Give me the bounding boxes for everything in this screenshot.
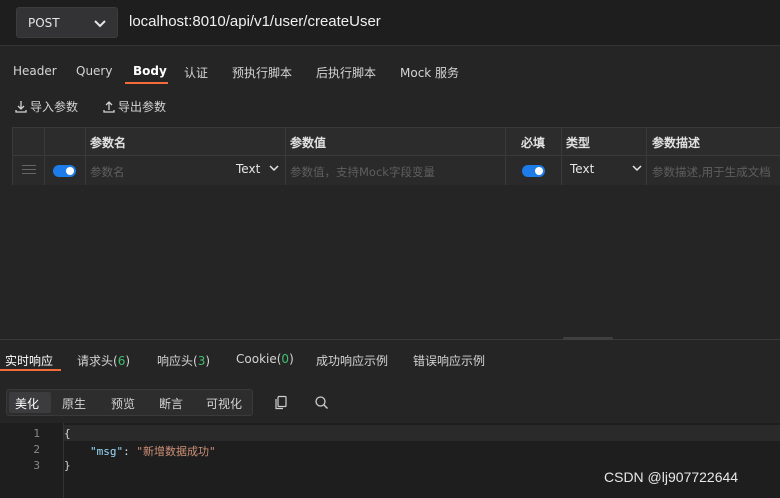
tab-error-example[interactable]: 错误响应示例	[413, 352, 485, 369]
active-tab-indicator	[125, 82, 168, 84]
watermark: CSDN @lj907722644	[604, 469, 739, 485]
col-header-name: 参数名	[90, 136, 127, 150]
param-value-input[interactable]: 参数值，支持Mock字段变量	[290, 164, 505, 180]
import-icon	[15, 100, 27, 113]
view-raw-button[interactable]: 原生	[62, 395, 86, 412]
tab-body[interactable]: Body	[133, 64, 167, 78]
divider	[505, 128, 506, 185]
type-select[interactable]: Text	[570, 162, 643, 176]
row-enabled-toggle[interactable]	[53, 165, 76, 177]
type-label: Text	[570, 162, 595, 176]
active-response-tab-indicator	[0, 369, 61, 371]
tab-header[interactable]: Header	[13, 64, 57, 78]
tab-label-suffix: )	[289, 352, 294, 366]
tab-label-suffix: )	[125, 354, 131, 368]
params-table: 参数名 参数值 必填 类型 参数描述 参数名 Text 参数值，支持Mock字段…	[12, 127, 780, 185]
tab-label: Cookie(	[236, 352, 282, 366]
json-open-brace: {	[64, 427, 71, 440]
divider	[646, 128, 647, 185]
value-type-label: Text	[236, 162, 261, 176]
chevron-down-icon	[94, 20, 106, 28]
code-line: {	[64, 425, 780, 441]
param-name-input[interactable]: 参数名	[90, 164, 230, 180]
import-params-label: 导入参数	[30, 100, 79, 114]
method-value: POST	[28, 16, 60, 30]
export-params-button[interactable]: 导出参数	[102, 98, 166, 115]
resize-handle[interactable]	[563, 337, 613, 340]
copy-icon[interactable]	[274, 395, 288, 410]
table-row: 参数名 Text 参数值，支持Mock字段变量 Text 参数描述,用于生成文档	[13, 156, 780, 185]
request-tabs: Header Query Body 认证 预执行脚本 后执行脚本 Mock 服务	[0, 52, 780, 88]
view-assert-button[interactable]: 断言	[159, 395, 183, 412]
tab-pre-script[interactable]: 预执行脚本	[232, 64, 292, 81]
params-table-header: 参数名 参数值 必填 类型 参数描述	[13, 128, 780, 156]
count-badge: 0	[281, 352, 290, 366]
divider	[285, 128, 286, 185]
search-icon[interactable]	[314, 395, 329, 410]
tab-post-script[interactable]: 后执行脚本	[316, 64, 376, 81]
tab-cookie[interactable]: Cookie(0)	[236, 352, 294, 366]
chevron-down-icon	[269, 165, 279, 172]
view-preview-button[interactable]: 预览	[111, 395, 135, 412]
api-client-window: POST localhost:8010/api/v1/user/createUs…	[0, 0, 780, 498]
line-number: 3	[33, 459, 40, 472]
col-header-value: 参数值	[290, 136, 327, 150]
response-body-viewer[interactable]: 1 2 3 { "msg": "新增数据成功" }	[0, 423, 780, 498]
tab-response-headers[interactable]: 响应头(3)	[157, 352, 210, 369]
col-header-description: 参数描述	[652, 136, 701, 150]
view-visualize-button[interactable]: 可视化	[206, 395, 242, 412]
method-select[interactable]: POST	[16, 7, 118, 38]
tab-success-example[interactable]: 成功响应示例	[316, 352, 388, 369]
tab-request-headers[interactable]: 请求头(6)	[77, 352, 130, 369]
view-pretty-button[interactable]: 美化	[15, 395, 39, 412]
col-header-required: 必填	[521, 136, 546, 150]
divider	[561, 128, 562, 185]
tab-auth[interactable]: 认证	[184, 64, 208, 81]
line-number: 2	[33, 443, 40, 456]
required-toggle[interactable]	[522, 165, 545, 177]
col-header-type: 类型	[566, 136, 591, 150]
json-close-brace: }	[64, 459, 71, 472]
export-params-label: 导出参数	[118, 100, 167, 114]
line-number: 1	[33, 427, 40, 440]
import-params-button[interactable]: 导入参数	[14, 98, 78, 115]
tab-realtime-response[interactable]: 实时响应	[5, 352, 53, 369]
drag-handle-icon[interactable]	[22, 165, 36, 175]
url-bar: POST localhost:8010/api/v1/user/createUs…	[0, 0, 780, 46]
chevron-down-icon	[632, 165, 642, 172]
tab-mock[interactable]: Mock 服务	[400, 64, 459, 81]
url-input[interactable]: localhost:8010/api/v1/user/createUser	[129, 13, 381, 30]
tab-label: 响应头(	[157, 354, 198, 368]
panel-divider	[0, 339, 780, 340]
tab-label: 请求头(	[77, 354, 118, 368]
tab-query[interactable]: Query	[76, 64, 112, 78]
export-icon	[103, 100, 115, 113]
code-line: "msg": "新增数据成功"	[64, 441, 780, 458]
divider	[44, 128, 45, 185]
view-mode-segment: 美化 原生 预览 断言 可视化	[6, 389, 253, 416]
divider	[85, 128, 86, 185]
param-description-input[interactable]: 参数描述,用于生成文档	[652, 164, 780, 180]
tab-label-suffix: )	[205, 354, 211, 368]
value-type-select[interactable]: Text	[236, 162, 280, 176]
